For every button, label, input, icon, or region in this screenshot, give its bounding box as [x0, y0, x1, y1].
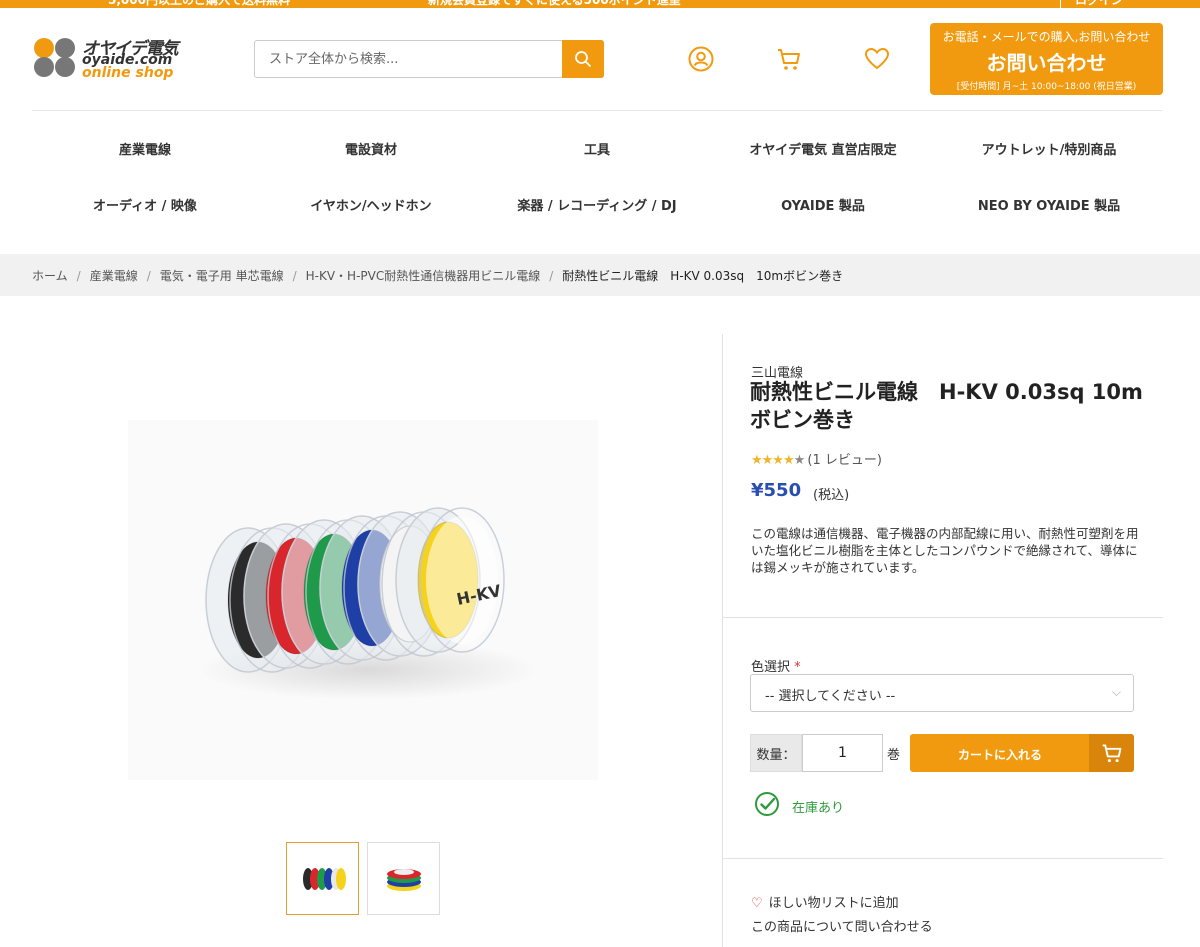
- add-to-cart-button[interactable]: カートに入れる: [910, 734, 1134, 772]
- color-select-label: 色選択 *: [751, 656, 801, 675]
- quantity-input[interactable]: [802, 734, 883, 772]
- product-photo: H-KV: [198, 507, 538, 700]
- search-bar: [254, 40, 604, 78]
- wishlist-button[interactable]: [862, 44, 892, 74]
- contact-subtitle: お電話・メールでの購入,お問い合わせ: [942, 30, 1151, 44]
- search-button[interactable]: [562, 40, 604, 78]
- heart-icon: ♡: [751, 896, 763, 911]
- contact-button[interactable]: お電話・メールでの購入,お問い合わせ お問い合わせ [受付時間] 月~土 10:…: [930, 23, 1163, 95]
- heart-icon: [864, 47, 890, 70]
- review-count-link[interactable]: (1 レビュー): [807, 453, 882, 468]
- breadcrumb-single-core-wire[interactable]: 電気・電子用 単芯電線: [160, 269, 284, 283]
- product-inquiry-link[interactable]: この商品について問い合わせる: [751, 916, 933, 935]
- search-icon: [575, 51, 591, 67]
- chevron-down-icon: ⌵: [1111, 685, 1121, 699]
- thumbnail-image: [386, 868, 421, 891]
- contact-hours: [受付時間] 月~土 10:00~18:00 (祝日営業): [956, 82, 1137, 92]
- cart-icon: [778, 49, 800, 70]
- add-to-wishlist-label: ほしい物リストに追加: [768, 896, 899, 911]
- promo-text-points: 新規会員登録ですぐに使える500ポイント進呈: [428, 0, 681, 7]
- in-stock-indicator: [754, 791, 780, 821]
- cart-icon-wrap: [1089, 734, 1134, 772]
- quantity-label: 数量：: [750, 734, 802, 772]
- cart-button[interactable]: [774, 44, 804, 74]
- nav-item-electrical-materials[interactable]: 電設資材: [258, 139, 484, 158]
- nav-item-neo-products[interactable]: NEO BY OYAIDE 製品: [936, 195, 1162, 214]
- check-circle-icon: [755, 792, 779, 816]
- section-divider: [723, 617, 1163, 618]
- stock-status: 在庫あり: [792, 801, 845, 816]
- cart-icon: [1102, 744, 1121, 763]
- quantity-unit: 巻: [887, 748, 901, 763]
- nav-item-industrial-wire[interactable]: 産業電線: [32, 139, 258, 158]
- account-button[interactable]: [686, 44, 716, 74]
- breadcrumb: ホーム / 産業電線 / 電気・電子用 単芯電線 / H-KV・H-PVC耐熱性通信機器用ビ…: [0, 254, 1200, 296]
- logo-mark-icon: [34, 38, 75, 77]
- site-logo[interactable]: オヤイデ電気 oyaide.com online shop: [32, 34, 197, 82]
- product-description: この電線は通信機器、電子機器の内部配線に用い、耐熱性可塑剤を用いた塩化ビニル樹脂…: [751, 526, 1139, 575]
- login-link[interactable]: ログイン: [1060, 0, 1123, 8]
- product-title: 耐熱性ビニル電線 H-KV 0.03sq 10mボビン巻き: [750, 380, 1143, 432]
- spool-label-disc: [426, 516, 498, 644]
- user-icon: [688, 46, 714, 72]
- product-price: ¥550: [751, 480, 802, 501]
- nav-item-oyaide-products[interactable]: OYAIDE 製品: [710, 195, 936, 214]
- required-mark: *: [794, 660, 801, 675]
- header-divider: [32, 110, 1162, 111]
- breadcrumb-separator: /: [292, 269, 297, 283]
- search-input[interactable]: [255, 41, 563, 77]
- product-main-image[interactable]: H-KV: [128, 420, 598, 780]
- nav-item-store-limited[interactable]: オヤイデ電気 直営店限定: [710, 139, 936, 158]
- nav-item-audio-video[interactable]: オーディオ / 映像: [32, 195, 258, 214]
- rating-stars: ★★★★★: [751, 453, 805, 468]
- add-to-wishlist-link[interactable]: ♡ ほしい物リストに追加: [751, 892, 899, 911]
- product-thumbnail-2[interactable]: [367, 842, 440, 915]
- column-divider: [722, 334, 723, 947]
- thumbnail-image: [302, 867, 346, 890]
- nav-item-tools[interactable]: 工具: [484, 139, 710, 158]
- product-thumbnail-1[interactable]: [286, 842, 359, 915]
- breadcrumb-current: 耐熱性ビニル電線 H-KV 0.03sq 10mボビン巻き: [562, 269, 844, 283]
- breadcrumb-industrial-wire[interactable]: 産業電線: [90, 269, 138, 283]
- logo-tagline: online shop: [82, 65, 174, 81]
- promo-banner[interactable]: 5,000円以上のご購入で送料無料 新規会員登録ですぐに使える500ポイント進呈…: [0, 0, 1200, 8]
- nav-item-instruments[interactable]: 楽器 / レコーディング / DJ: [484, 195, 710, 214]
- color-select[interactable]: -- 選択してください -- ⌵: [750, 674, 1134, 712]
- add-to-cart-label: カートに入れる: [957, 748, 1042, 762]
- promo-text-shipping: 5,000円以上のご購入で送料無料: [108, 0, 290, 7]
- product-rating[interactable]: ★★★★★ (1 レビュー): [751, 449, 882, 468]
- color-select-value: -- 選択してください --: [765, 689, 896, 704]
- nav-item-earphones[interactable]: イヤホン/ヘッドホン: [258, 195, 484, 214]
- breadcrumb-home[interactable]: ホーム: [32, 269, 68, 283]
- breadcrumb-separator: /: [146, 269, 151, 283]
- breadcrumb-hkv-category[interactable]: H-KV・H-PVC耐熱性通信機器用ビニル電線: [306, 269, 541, 283]
- color-select-label-text: 色選択: [751, 660, 791, 675]
- nav-item-outlet[interactable]: アウトレット/特別商品: [936, 139, 1162, 158]
- contact-title: お問い合わせ: [986, 51, 1107, 75]
- breadcrumb-separator: /: [549, 269, 554, 283]
- section-divider: [723, 858, 1163, 859]
- breadcrumb-separator: /: [76, 269, 81, 283]
- tax-note: (税込): [813, 488, 850, 503]
